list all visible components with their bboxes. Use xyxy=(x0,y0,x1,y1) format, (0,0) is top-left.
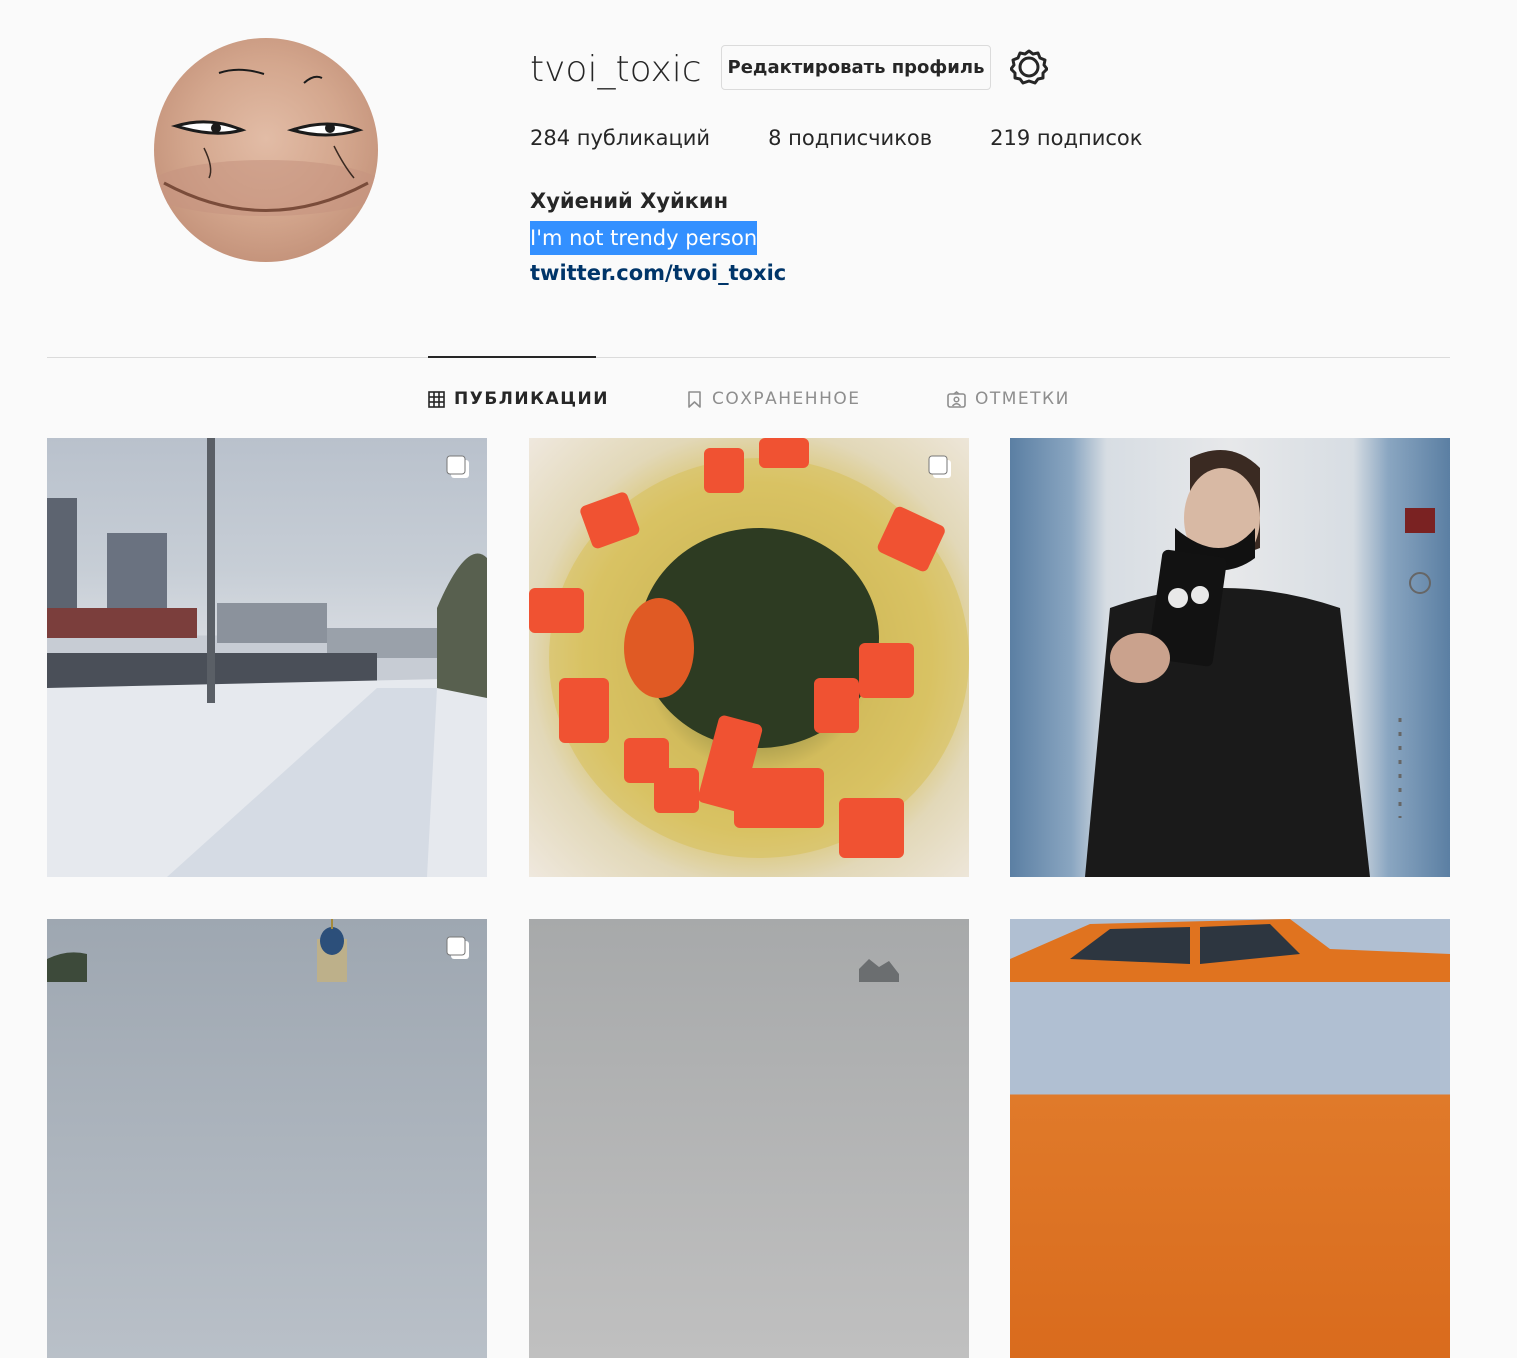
profile-bio: I'm not trendy person xyxy=(530,221,758,255)
post-image-orange-car xyxy=(1010,919,1450,982)
post-tile[interactable] xyxy=(1010,438,1450,877)
tab-tagged[interactable]: ОТМЕТКИ xyxy=(947,386,1070,412)
post-tile[interactable] xyxy=(47,438,487,877)
post-tile[interactable] xyxy=(1010,919,1450,1358)
tab-tagged-label: ОТМЕТКИ xyxy=(975,389,1070,409)
following-count[interactable]: 219 подписок xyxy=(990,126,1142,160)
post-image-church xyxy=(47,919,347,982)
tab-saved[interactable]: СОХРАНЕННОЕ xyxy=(686,386,861,412)
settings-gear-icon[interactable] xyxy=(1009,48,1049,86)
profile-avatar[interactable] xyxy=(154,38,378,262)
tagged-user-icon xyxy=(947,390,966,408)
profile-username: tvoi_toxic xyxy=(530,49,702,90)
post-tile[interactable] xyxy=(529,438,969,877)
post-image-snow-street xyxy=(47,438,487,877)
profile-external-link[interactable]: twitter.com/tvoi_toxic xyxy=(530,261,786,285)
post-image-noodles-crab-sticks xyxy=(529,438,969,858)
tabs-divider xyxy=(47,357,1450,358)
multiple-photos-icon xyxy=(446,936,469,959)
avatar-face-image xyxy=(154,68,378,216)
post-tile[interactable] xyxy=(529,919,969,1358)
profile-full-name: Хуйений Хуйкин xyxy=(530,189,729,213)
multiple-photos-icon xyxy=(446,455,469,478)
grid-icon xyxy=(428,390,445,408)
tab-saved-label: СОХРАНЕННОЕ xyxy=(712,389,861,409)
active-tab-indicator xyxy=(428,356,596,358)
bookmark-icon xyxy=(688,390,701,408)
tab-posts-label: ПУБЛИКАЦИИ xyxy=(454,389,609,409)
posts-count: 284 публикаций xyxy=(530,126,711,150)
followers-count[interactable]: 8 подписчиков xyxy=(768,126,932,160)
multiple-photos-icon xyxy=(928,455,951,478)
post-tile[interactable] xyxy=(47,919,487,1358)
profile-stats: 284 публикаций 8 подписчиков 219 подписо… xyxy=(530,126,1200,160)
post-image-elevator-selfie xyxy=(1085,450,1435,877)
tab-posts[interactable]: ПУБЛИКАЦИИ xyxy=(428,386,609,412)
post-image-grey-sky xyxy=(859,959,899,982)
edit-profile-button[interactable]: Редактировать профиль xyxy=(721,45,991,90)
